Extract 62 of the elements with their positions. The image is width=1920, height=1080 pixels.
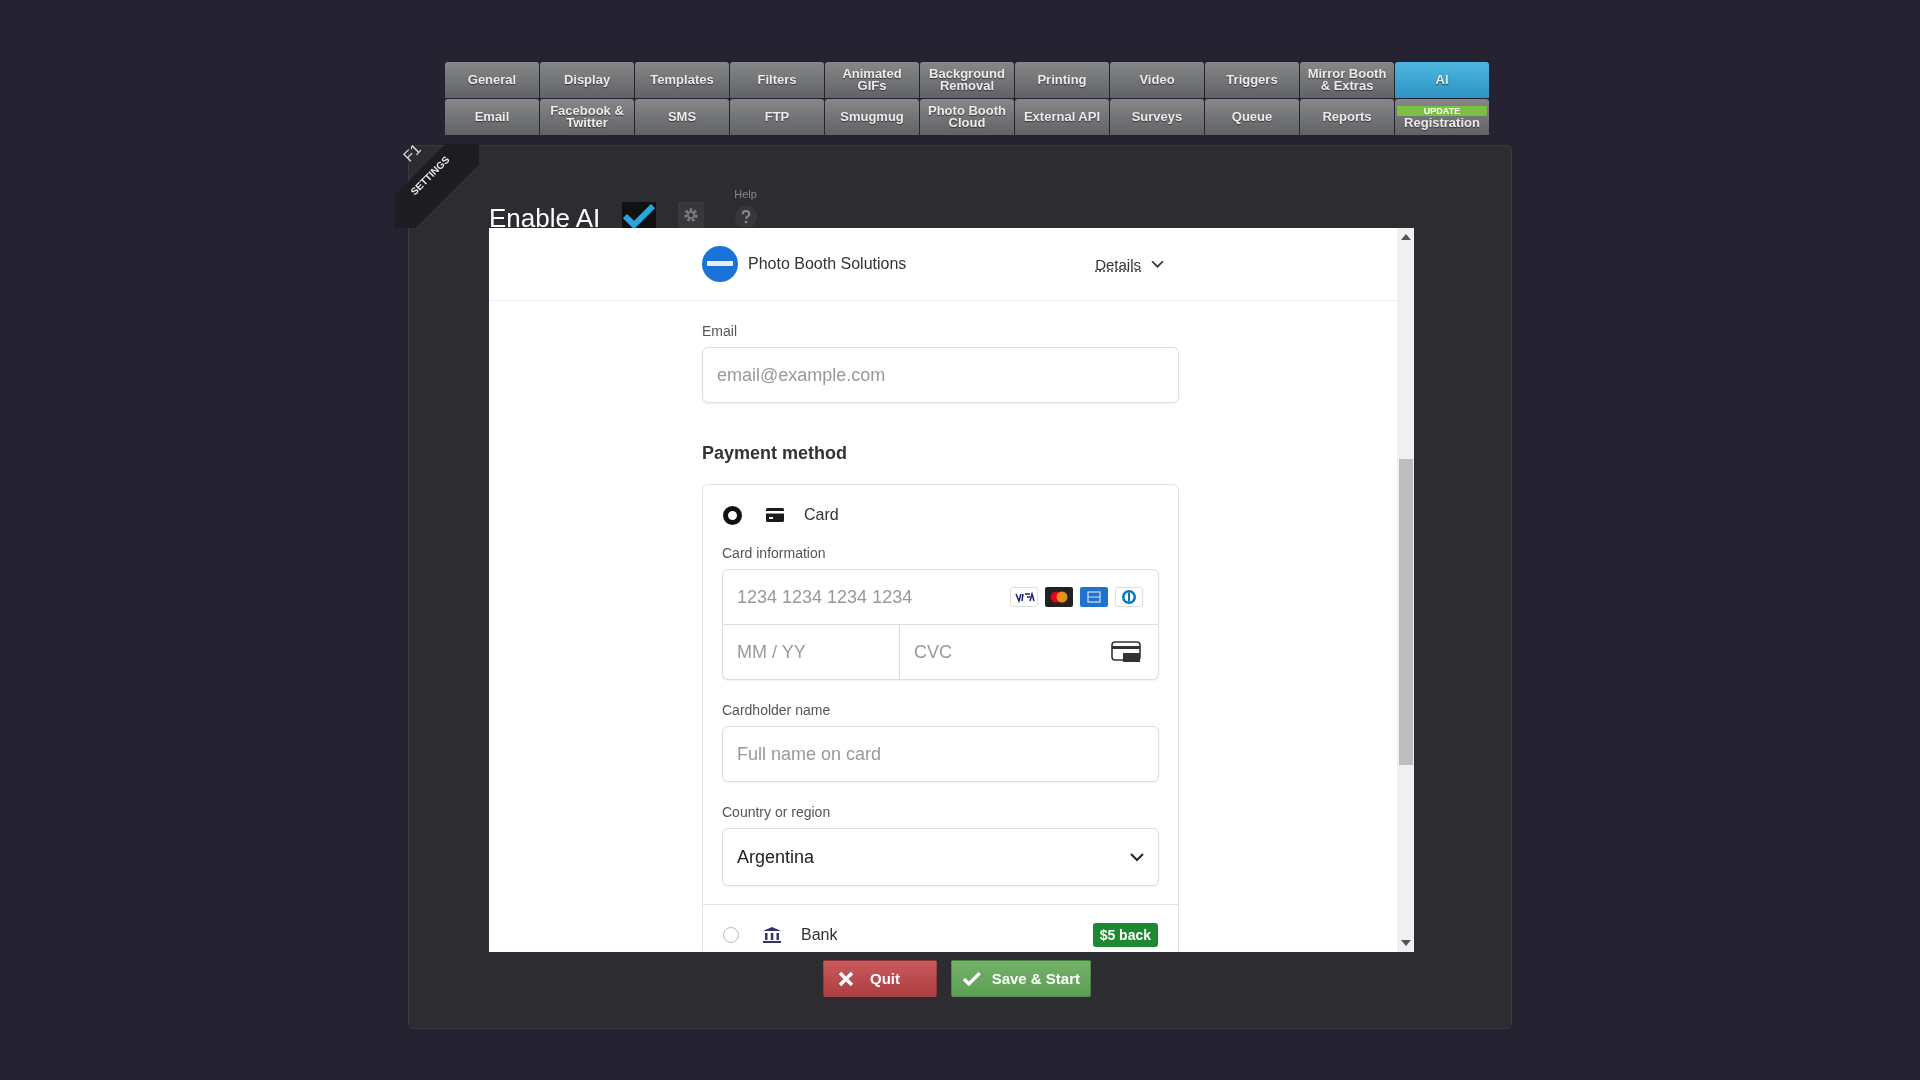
settings-tab[interactable]: Printing — [1015, 62, 1109, 98]
card-information-label: Card information — [722, 545, 827, 561]
settings-tab[interactable]: Surveys — [1110, 99, 1204, 135]
cashback-badge: $5 back — [1092, 923, 1158, 947]
bank-icon — [763, 927, 781, 943]
settings-tab[interactable]: Triggers — [1205, 62, 1299, 98]
country-select[interactable]: Argentina — [722, 828, 1159, 886]
enable-ai-label: Enable AI — [489, 203, 601, 234]
settings-tab[interactable]: Reports — [1300, 99, 1394, 135]
cardholder-name-field[interactable]: Full name on card — [722, 726, 1159, 782]
settings-tab[interactable]: FTP — [730, 99, 824, 135]
merchant-name: Photo Booth Solutions — [748, 255, 907, 273]
quit-button[interactable]: Quit — [823, 960, 937, 997]
details-link[interactable]: Details — [1095, 255, 1164, 273]
settings-tab[interactable]: Filters — [730, 62, 824, 98]
card-brand-icon — [1045, 587, 1073, 607]
close-icon — [838, 970, 854, 987]
merchant-logo — [702, 246, 738, 282]
settings-tab[interactable]: AI — [1395, 62, 1489, 98]
payment-option-label: Card — [804, 506, 839, 524]
settings-tab[interactable]: Display — [540, 62, 634, 98]
settings-tab[interactable]: UPDATE Registration — [1395, 99, 1489, 135]
help-icon[interactable] — [734, 206, 757, 228]
settings-tab[interactable]: Photo Booth Cloud — [920, 99, 1014, 135]
expiry-field[interactable]: MM / YY — [722, 625, 900, 680]
settings-tab[interactable]: Smugmug — [825, 99, 919, 135]
checkmark-icon — [962, 970, 982, 987]
payment-method-heading: Payment method — [702, 443, 849, 464]
update-badge: UPDATE — [1397, 105, 1487, 116]
settings-tab[interactable]: Facebook & Twitter — [540, 99, 634, 135]
cvc-card-icon — [1111, 641, 1141, 663]
settings-tab[interactable]: Background Removal — [920, 62, 1014, 98]
settings-tab[interactable]: General — [445, 62, 539, 98]
email-field[interactable]: email@example.com — [702, 347, 1179, 403]
card-brand-icon — [1115, 587, 1143, 607]
save-and-start-button[interactable]: Save & Start — [951, 960, 1091, 997]
card-icon — [766, 508, 784, 522]
settings-tab[interactable]: Queue — [1205, 99, 1299, 135]
card-brand-icon — [1080, 587, 1108, 607]
cvc-field[interactable]: CVC — [900, 625, 1159, 680]
settings-icon[interactable] — [678, 202, 705, 228]
settings-tab[interactable]: Email — [445, 99, 539, 135]
country-label: Country or region — [722, 804, 832, 820]
settings-tab[interactable]: Templates — [635, 62, 729, 98]
help-label: Help — [734, 188, 757, 200]
cardholder-name-label: Cardholder name — [722, 702, 832, 718]
scroll-up-icon[interactable] — [1400, 234, 1411, 240]
scroll-down-icon[interactable] — [1400, 940, 1411, 946]
card-number-field[interactable]: 1234 1234 1234 1234 — [722, 569, 1159, 625]
settings-tab[interactable]: Mirror Booth & Extras — [1300, 62, 1394, 98]
card-brand-icon — [1010, 587, 1038, 607]
settings-tab[interactable]: Video — [1110, 62, 1204, 98]
settings-tab[interactable]: SMS — [635, 99, 729, 135]
chevron-down-icon — [1151, 259, 1164, 269]
scrollbar[interactable] — [1397, 228, 1414, 952]
settings-tab[interactable]: External API — [1015, 99, 1109, 135]
radio-button[interactable] — [723, 505, 742, 525]
enable-ai-checkbox[interactable] — [622, 202, 657, 230]
chevron-down-icon — [1130, 852, 1144, 862]
settings-tab[interactable]: Animated GIFs — [825, 62, 919, 98]
email-label: Email — [702, 323, 738, 339]
payment-option-label: Bank — [801, 926, 838, 944]
